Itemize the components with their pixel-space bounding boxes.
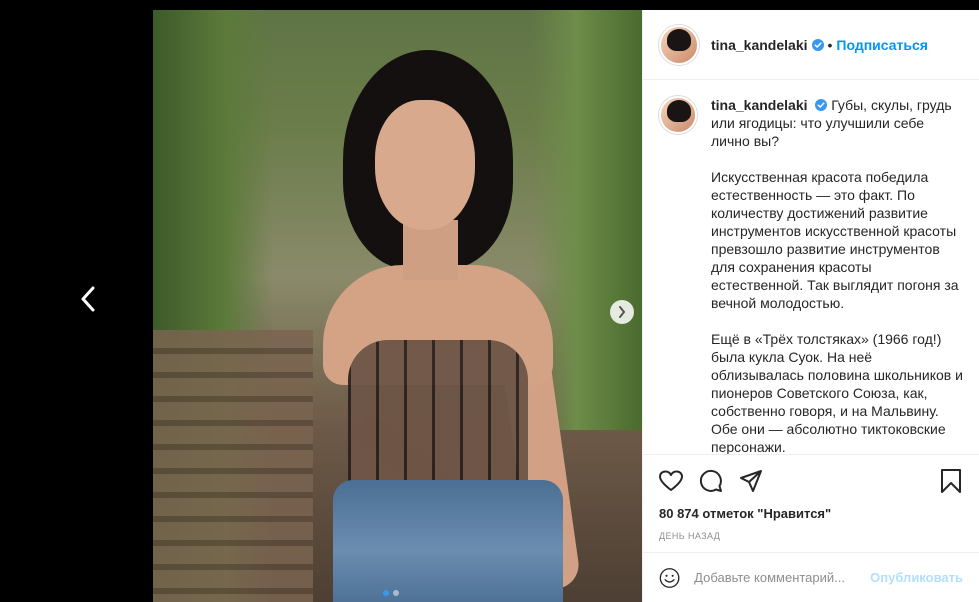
post-timestamp[interactable]: ДЕНЬ НАЗАД — [643, 528, 979, 552]
caption-paragraph: Искусственная красота победила естествен… — [711, 169, 959, 311]
follow-button[interactable]: Подписаться — [836, 37, 928, 53]
comment-form: Опубликовать — [643, 552, 979, 602]
comment-button[interactable] — [691, 461, 731, 501]
caption-row: tina_kandelaki Губы, скулы, грудь или яг… — [659, 96, 963, 454]
share-icon — [740, 469, 762, 492]
save-button[interactable] — [931, 461, 971, 501]
comment-icon — [699, 469, 722, 492]
post-photo[interactable] — [153, 10, 642, 602]
post-header: tina_kandelaki • Подписаться — [643, 10, 979, 80]
emoji-icon[interactable] — [659, 566, 680, 590]
post-sidebar: tina_kandelaki • Подписаться tina_kandel… — [642, 10, 979, 602]
chevron-left-icon — [81, 286, 95, 312]
caption-username[interactable]: tina_kandelaki — [711, 97, 808, 113]
header-separator: • — [827, 36, 833, 53]
avatar[interactable] — [659, 24, 699, 65]
caption-text: tina_kandelaki Губы, скулы, грудь или яг… — [711, 96, 963, 454]
carousel-dot — [393, 590, 399, 596]
heart-icon — [659, 470, 683, 491]
publish-button[interactable]: Опубликовать — [870, 570, 963, 585]
action-bar — [643, 454, 979, 506]
author-username[interactable]: tina_kandelaki — [711, 37, 808, 53]
carousel-indicator — [383, 590, 399, 596]
comment-input[interactable] — [694, 570, 871, 585]
previous-post-button[interactable] — [76, 283, 100, 315]
carousel-dot — [383, 590, 389, 596]
caption-paragraph: Ещё в «Трёх толстяках» (1966 год!) была … — [711, 331, 963, 454]
likes-count[interactable]: 80 874 отметок "Нравится" — [643, 506, 979, 528]
post-modal: tina_kandelaki • Подписаться tina_kandel… — [153, 10, 979, 602]
caption-area: tina_kandelaki Губы, скулы, грудь или яг… — [643, 80, 979, 454]
like-button[interactable] — [651, 461, 691, 501]
share-button[interactable] — [731, 461, 771, 501]
avatar[interactable] — [659, 96, 697, 134]
photo-staircase — [153, 330, 313, 602]
bookmark-icon — [941, 469, 961, 493]
next-slide-button[interactable] — [610, 300, 634, 324]
verified-badge-icon — [811, 38, 824, 51]
photo-subject — [303, 40, 603, 602]
chevron-right-icon — [619, 306, 626, 318]
verified-badge-icon — [815, 99, 828, 111]
